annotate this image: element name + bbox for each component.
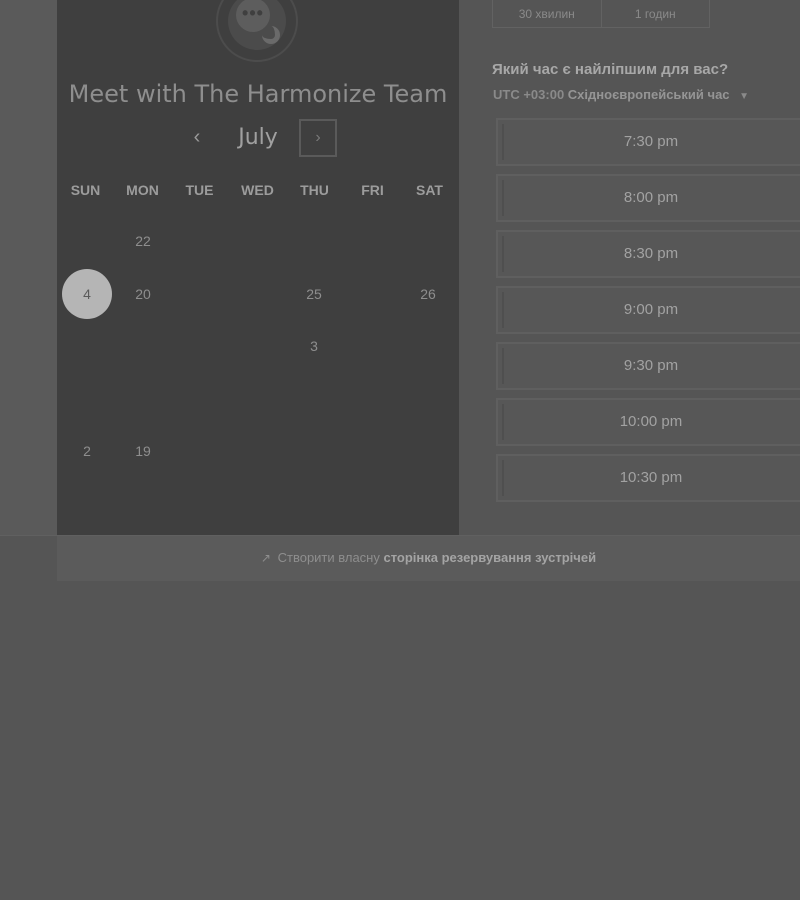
- weekday-sat: SAT: [416, 182, 443, 198]
- calendar-panel: ••• Meet with The Harmonize Team ‹ July …: [57, 0, 459, 535]
- timezone-offset: UTC +03:00: [493, 87, 565, 102]
- time-slot-button[interactable]: 10:30 pm: [496, 454, 800, 502]
- weekday-mon: MON: [126, 182, 159, 198]
- calendar-day-selected[interactable]: 4: [62, 269, 112, 319]
- calendar-day[interactable]: 25: [289, 269, 339, 319]
- time-question: Який час є найліпшим для вас?: [492, 61, 729, 78]
- weekday-sun: SUN: [70, 182, 101, 198]
- weekday-header: SUN MON TUE WED THU FRI SAT: [57, 182, 459, 202]
- calendar-day[interactable]: 26: [403, 269, 453, 319]
- timezone-name: Східноєвропейський час: [567, 87, 730, 102]
- external-link-icon: ↗: [260, 551, 271, 565]
- timezone-selector[interactable]: UTC +03:00 Східноєвропейський час ▼: [493, 87, 749, 102]
- month-label: July: [238, 125, 278, 150]
- footer: ↗ Створити власну сторінка резервування …: [57, 535, 800, 581]
- footer-link-text[interactable]: сторінка резервування зустрічей: [384, 550, 597, 565]
- calendar-day[interactable]: 2: [62, 426, 112, 476]
- calendar-day[interactable]: 3: [289, 321, 339, 371]
- left-margin: [0, 0, 57, 535]
- footer-text: Створити власну: [277, 550, 380, 565]
- time-slot-button[interactable]: 9:00 pm: [496, 286, 800, 334]
- time-slot-button[interactable]: 9:30 pm: [496, 342, 800, 390]
- month-navigation: ‹ July ›: [57, 118, 459, 158]
- duration-1-hour-tab[interactable]: 1 годин: [600, 0, 710, 27]
- time-slot-button[interactable]: 10:00 pm: [496, 398, 800, 446]
- avatar: •••: [216, 0, 298, 62]
- chat-bubble-icon: •••: [228, 0, 286, 50]
- duration-tabs: 30 хвилин 1 годин: [492, 0, 710, 28]
- caret-down-icon: ▼: [739, 91, 750, 102]
- weekday-thu: THU: [300, 182, 329, 198]
- weekday-tue: TUE: [185, 182, 214, 198]
- weekday-wed: WED: [241, 182, 274, 198]
- calendar-day[interactable]: 20: [118, 269, 168, 319]
- time-slot-button[interactable]: 8:30 pm: [496, 230, 800, 278]
- time-slot-button[interactable]: 8:00 pm: [496, 174, 800, 222]
- next-month-button[interactable]: ›: [299, 119, 337, 157]
- calendar-day[interactable]: 22: [118, 216, 168, 266]
- prev-month-button[interactable]: ‹: [182, 118, 212, 158]
- calendar-day[interactable]: 19: [118, 426, 168, 476]
- avatar-tail: [262, 26, 280, 44]
- booking-page: ••• Meet with The Harmonize Team ‹ July …: [0, 0, 800, 900]
- duration-30-min-tab[interactable]: 30 хвилин: [493, 0, 601, 27]
- page-title: Meet with The Harmonize Team: [68, 80, 448, 108]
- divider: [0, 535, 57, 536]
- footer-link[interactable]: ↗ Створити власну сторінка резервування …: [57, 536, 800, 580]
- time-selection-panel: 30 хвилин 1 годин Який час є найліпшим д…: [459, 0, 800, 535]
- weekday-fri: FRI: [361, 182, 384, 198]
- time-slot-button[interactable]: 7:30 pm: [496, 118, 800, 166]
